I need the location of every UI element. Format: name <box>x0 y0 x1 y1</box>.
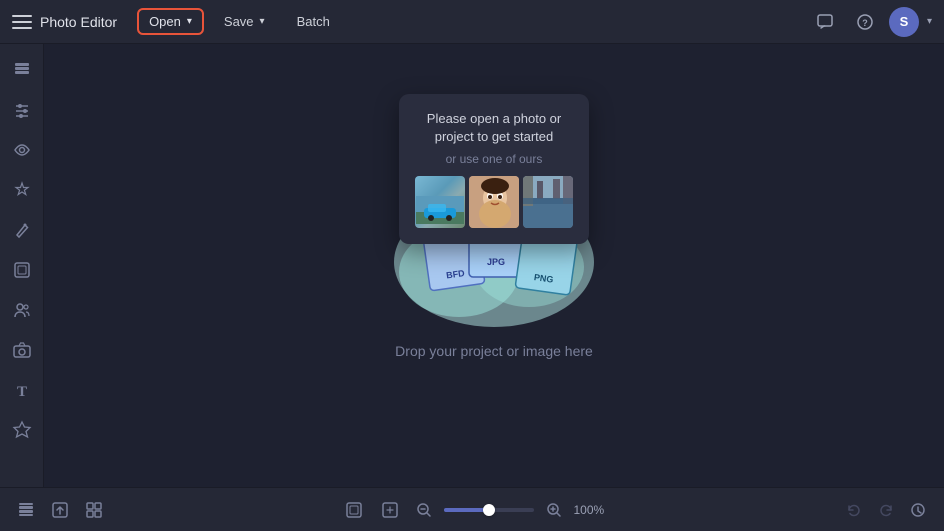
popup-sub: or use one of ours <box>415 152 573 166</box>
zoom-value: 100% <box>574 503 609 517</box>
zoom-controls: 100% <box>340 496 609 524</box>
frame-icon[interactable] <box>340 496 368 524</box>
bottom-left-tools <box>12 496 108 524</box>
sidebar-item-overlay[interactable] <box>4 252 40 288</box>
save-chevron-icon: ▾ <box>260 16 265 27</box>
popup-title: Please open a photo or project to get st… <box>415 110 573 146</box>
bottom-bar: 100% <box>0 487 944 531</box>
undo-button[interactable] <box>840 496 868 524</box>
main-layout: T Please open a photo or project to get … <box>0 44 944 487</box>
sidebar-item-camera[interactable] <box>4 332 40 368</box>
zoom-slider[interactable] <box>444 508 534 512</box>
thumbnail-car[interactable] <box>415 176 465 228</box>
zoom-thumb[interactable] <box>483 504 495 516</box>
thumbnail-face[interactable] <box>469 176 519 228</box>
svg-text:?: ? <box>862 18 868 28</box>
export-bottom-icon[interactable] <box>46 496 74 524</box>
menu-icon[interactable] <box>12 15 32 29</box>
zoom-out-button[interactable] <box>412 498 436 522</box>
header: Photo Editor Open ▾ Save ▾ Batch ? S ▾ <box>0 0 944 44</box>
app-logo: Photo Editor <box>12 14 117 30</box>
svg-text:T: T <box>17 384 27 400</box>
sidebar-item-text[interactable]: T <box>4 372 40 408</box>
open-popup: Please open a photo or project to get st… <box>399 94 589 244</box>
history-button[interactable] <box>904 496 932 524</box>
zoom-in-button[interactable] <box>542 498 566 522</box>
transform-icon[interactable] <box>376 496 404 524</box>
sidebar-item-layers[interactable] <box>4 52 40 88</box>
sidebar-item-eye[interactable] <box>4 132 40 168</box>
avatar[interactable]: S <box>889 7 919 37</box>
grid-bottom-icon[interactable] <box>80 496 108 524</box>
open-chevron-icon: ▾ <box>187 16 192 27</box>
comment-icon[interactable] <box>809 6 841 38</box>
popup-thumbnails <box>415 176 573 228</box>
sidebar-item-people[interactable] <box>4 292 40 328</box>
avatar-chevron-icon[interactable]: ▾ <box>927 16 932 27</box>
app-title: Photo Editor <box>40 14 117 30</box>
batch-button[interactable]: Batch <box>285 9 342 34</box>
open-button[interactable]: Open ▾ <box>137 8 204 35</box>
sidebar-item-adjustments[interactable] <box>4 92 40 128</box>
sidebar-item-effects[interactable] <box>4 172 40 208</box>
bottom-right <box>840 496 932 524</box>
help-icon[interactable]: ? <box>849 6 881 38</box>
thumbnail-canal[interactable] <box>523 176 573 228</box>
bottom-center: 100% <box>116 496 832 524</box>
redo-button[interactable] <box>872 496 900 524</box>
save-button[interactable]: Save ▾ <box>212 9 277 34</box>
canvas-area[interactable]: Please open a photo or project to get st… <box>44 44 944 487</box>
sidebar: T <box>0 44 44 487</box>
svg-text:JPG: JPG <box>487 257 505 267</box>
sidebar-item-retouch[interactable] <box>4 212 40 248</box>
layers-bottom-icon[interactable] <box>12 496 40 524</box>
sidebar-item-badge[interactable] <box>4 412 40 448</box>
drop-text: Drop your project or image here <box>395 343 593 359</box>
header-right: ? S ▾ <box>809 6 932 38</box>
